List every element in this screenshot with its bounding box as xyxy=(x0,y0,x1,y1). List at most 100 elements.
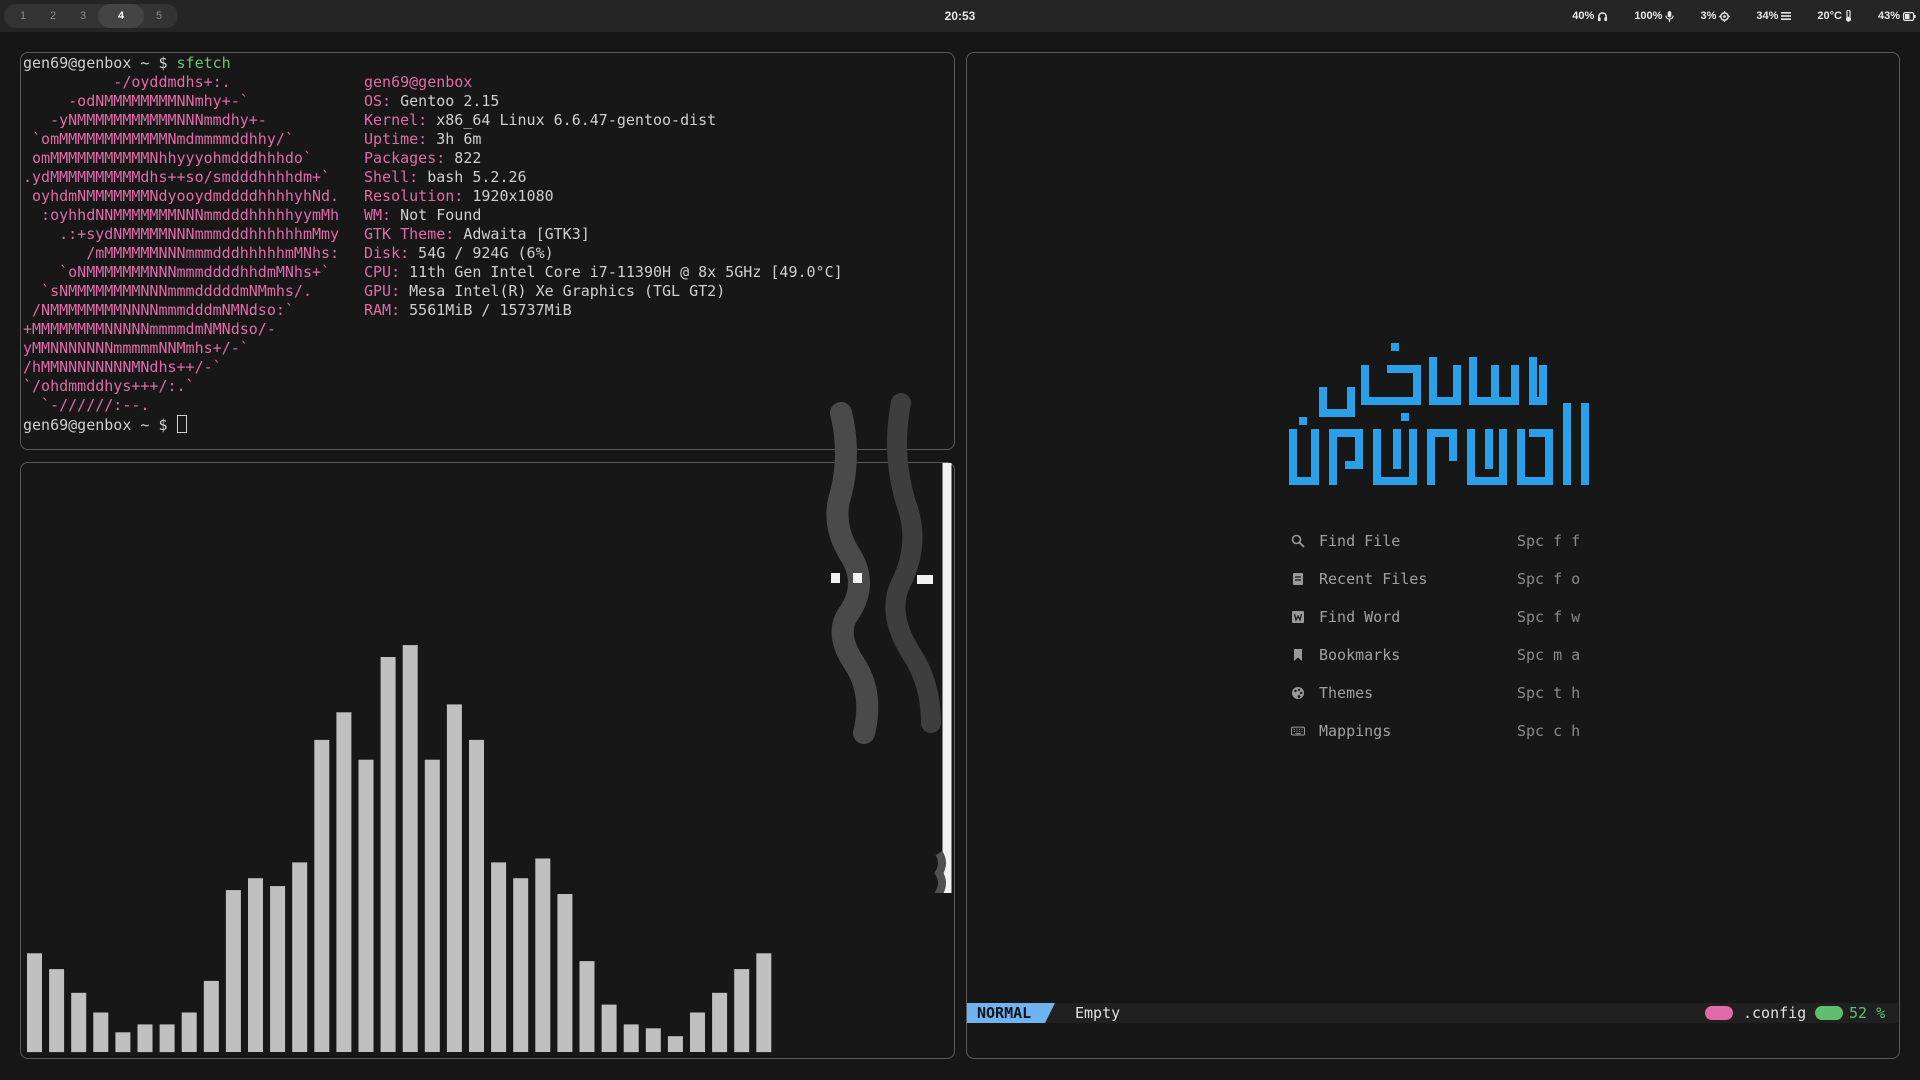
microphone-indicator[interactable]: 100% xyxy=(1634,10,1675,22)
visualizer-bar xyxy=(314,739,330,1052)
microphone-icon xyxy=(1665,10,1675,22)
info-row: RAM: 5561MiB / 15737MiB xyxy=(364,301,843,320)
neovim-window[interactable]: Find File Spc f f Recent Files Spc f o F… xyxy=(966,52,1900,1059)
info-value: 5561MiB / 15737MiB xyxy=(400,301,572,319)
terminal-active-prompt[interactable]: gen69@genbox ~ $ xyxy=(23,415,187,435)
visualizer-bar xyxy=(667,1036,683,1052)
info-value: bash 5.2.26 xyxy=(418,168,527,186)
temperature-indicator[interactable]: 20°C xyxy=(1817,10,1852,22)
workspace-2-button[interactable]: 2 xyxy=(38,4,68,28)
clock[interactable]: 20:53 xyxy=(920,0,1000,32)
search-icon xyxy=(1291,534,1305,548)
info-row: GTK Theme: Adwaita [GTK3] xyxy=(364,225,843,244)
cpu-indicator[interactable]: 3% xyxy=(1700,10,1731,22)
battery-indicator[interactable]: 43% xyxy=(1878,10,1916,22)
logo-line: `omMMMMMMMMMMMMNmdmmmmddhhy/` xyxy=(23,130,294,148)
menu-label: Themes xyxy=(1319,684,1374,702)
info-key: GTK Theme: xyxy=(364,225,455,243)
menu-recent-files[interactable]: Recent Files Spc f o xyxy=(1291,567,1591,591)
menu-themes[interactable]: Themes Spc t h xyxy=(1291,681,1591,705)
logo-line: yMMNNNNNNNmmmmmNNMmhs+/-` xyxy=(23,339,249,357)
visualizer-bar xyxy=(469,739,484,1052)
memory-icon xyxy=(1781,12,1792,20)
memory-indicator[interactable]: 34% xyxy=(1756,10,1792,22)
workspace-1-button[interactable]: 1 xyxy=(8,4,38,28)
visualizer-bar xyxy=(115,1032,131,1053)
menu-bookmarks[interactable]: Bookmarks Spc m a xyxy=(1291,643,1591,667)
visualizer-bar xyxy=(292,862,308,1052)
info-row: OS: Gentoo 2.15 xyxy=(364,92,843,111)
visualizer-bar xyxy=(71,992,87,1053)
visualizer-bar xyxy=(601,1004,617,1052)
visualizer-bar xyxy=(203,980,219,1052)
logo-line: -/oyddmdhs+:. xyxy=(23,73,231,91)
logo-line: `sNMMMMMMMMNNNmmmdddddmNMmhs/. xyxy=(23,282,312,300)
bookmark-icon xyxy=(1294,649,1302,661)
visualizer-bar xyxy=(27,953,42,1053)
file-icon xyxy=(1293,573,1303,585)
visualizer-bar xyxy=(49,969,65,1053)
visualizer-bar xyxy=(270,886,286,1052)
info-value: Not Found xyxy=(391,206,482,224)
kufic-calligraphy-logo xyxy=(1289,343,1589,485)
word-icon xyxy=(1292,611,1304,623)
visualizer-bar xyxy=(380,657,396,1052)
cwd-text: .config xyxy=(1743,1004,1807,1022)
visualizer-bar xyxy=(336,712,352,1052)
position-icon xyxy=(1815,1006,1843,1020)
info-value: 3h 6m xyxy=(427,130,482,148)
info-value: x86_64 Linux 6.6.47-gentoo-dist xyxy=(427,111,717,129)
workspace-3-button[interactable]: 3 xyxy=(68,4,98,28)
system-info: gen69@genbox OS: Gentoo 2.15 Kernel: x86_… xyxy=(364,73,843,320)
visualizer-bar xyxy=(402,645,418,1052)
workspace-4-button[interactable]: 4 xyxy=(98,4,144,28)
visualizer-bar xyxy=(181,1012,197,1052)
info-host: gen69@genbox xyxy=(364,73,473,91)
folder-icon xyxy=(1705,1006,1733,1020)
thermometer-icon xyxy=(1845,10,1851,22)
workspace-5-button[interactable]: 5 xyxy=(144,4,174,28)
visualizer-bars xyxy=(27,645,772,1053)
logo-line: :oyhhdNNMMMMMMMNNNmmdddhhhhhyymMh xyxy=(23,206,340,224)
visualizer-bar xyxy=(513,878,529,1052)
menu-mappings[interactable]: Mappings Spc c h xyxy=(1291,719,1591,743)
info-row: Disk: 54G / 924G (6%) xyxy=(364,244,843,263)
info-row: Uptime: 3h 6m xyxy=(364,130,843,149)
visualizer-bar xyxy=(446,704,462,1052)
visualizer-bar xyxy=(137,1024,153,1053)
logo-line: `oNMMMMMMMNNNmmmddddhhdmMNhs+` xyxy=(23,263,331,281)
info-row: Packages: 822 xyxy=(364,149,843,168)
menu-find-word[interactable]: Find Word Spc f w xyxy=(1291,605,1591,629)
info-key: Resolution: xyxy=(364,187,464,205)
visualizer-bar xyxy=(623,1024,639,1053)
memory-text: 34% xyxy=(1756,10,1779,22)
palette-icon xyxy=(1292,687,1304,699)
buffer-name[interactable]: Empty xyxy=(1075,1003,1120,1023)
visualizer-bar xyxy=(248,878,263,1052)
terminal-window[interactable]: gen69@genbox ~ $ sfetch -/oyddmdhs+:. -o… xyxy=(20,52,955,450)
volume-indicator[interactable]: 40% xyxy=(1572,10,1608,22)
visualizer-bar xyxy=(645,1028,661,1052)
command-text: sfetch xyxy=(176,54,231,72)
menu-shortcut: Spc c h xyxy=(1517,722,1581,740)
top-bar: 1 2 3 4 5 20:53 40% 100% 3% 34% 20°C 43% xyxy=(0,0,1920,32)
info-key: Shell: xyxy=(364,168,419,186)
visualizer-bar xyxy=(93,1012,109,1052)
audio-visualizer-window[interactable] xyxy=(20,393,955,1059)
terminal-command-line: gen69@genbox ~ $ sfetch xyxy=(23,54,231,73)
menu-find-file[interactable]: Find File Spc f f xyxy=(1291,529,1591,553)
visualizer-bar xyxy=(424,759,440,1052)
visualizer-bar xyxy=(756,953,772,1053)
logo-line: omMMMMMMMMMMMNhhyyyohmdddhhhdo` xyxy=(23,149,312,167)
menu-shortcut: Spc t h xyxy=(1517,684,1581,702)
cpu-icon xyxy=(1719,10,1731,22)
visualizer-bar xyxy=(491,862,507,1052)
visualizer-bar xyxy=(557,894,573,1052)
battery-text: 43% xyxy=(1877,10,1900,22)
status-area: 40% 100% 3% 34% 20°C 43% xyxy=(1546,0,1916,32)
visualizer-bar xyxy=(535,858,551,1052)
info-value: 54G / 924G (6%) xyxy=(409,244,554,262)
cpu-text: 3% xyxy=(1700,10,1717,22)
logo-line: `-//////:--. xyxy=(23,396,150,414)
info-key: OS: xyxy=(364,92,392,110)
